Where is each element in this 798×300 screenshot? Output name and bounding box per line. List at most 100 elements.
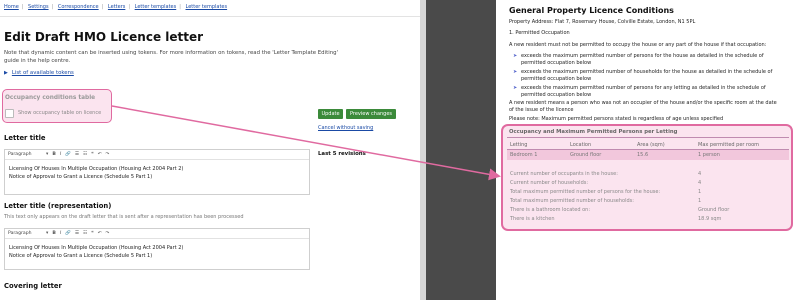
tokens-note: Note that dynamic content can be inserte… xyxy=(4,49,414,65)
doc-intro: A new resident must not be permitted to … xyxy=(509,42,767,48)
blockquote-icon[interactable]: ❝ xyxy=(91,231,93,236)
dropdown-icon[interactable]: ▾ xyxy=(46,231,48,236)
paragraph-select[interactable]: Paragraph xyxy=(8,152,42,157)
table-rule xyxy=(507,137,789,138)
paragraph-select[interactable]: Paragraph xyxy=(8,231,42,236)
summary-label: Total maximum permitted number of person… xyxy=(510,189,661,195)
doc-bullet: exceeds the maximum permitted number of … xyxy=(521,85,789,99)
table-cell: 15.6 xyxy=(637,152,649,158)
breadcrumb-settings[interactable]: Settings xyxy=(28,4,49,10)
cancel-link[interactable]: Cancel without saving xyxy=(318,125,373,131)
tokens-note-line: Note that dynamic content can be inserte… xyxy=(4,50,339,56)
occupancy-table-highlight xyxy=(501,124,793,231)
doc-new-resident-line: of the issue of the licence xyxy=(509,107,574,113)
editor-content[interactable]: Licensing Of Houses In Multiple Occupati… xyxy=(5,239,309,265)
summary-label: Current number of households: xyxy=(510,180,589,186)
breadcrumb: Home | Settings | Correspondence | Letters |… xyxy=(4,4,227,10)
summary-value: 4 xyxy=(698,180,702,186)
expand-triangle-icon: ▶ xyxy=(4,70,8,76)
dropdown-icon[interactable]: ▾ xyxy=(46,152,48,157)
doc-bullet: exceeds the maximum permitted number of … xyxy=(521,69,789,83)
doc-bullet-line: permitted occupation below xyxy=(521,60,592,66)
doc-note: Please note: Maximum permitted persons s… xyxy=(509,116,724,122)
editor-panel: Home | Settings | Correspondence | Letters |… xyxy=(0,0,426,300)
doc-bullet-line: exceeds the maximum permitted number of … xyxy=(521,85,766,91)
editor-line: Notice of Approval to Grant a Licence (S… xyxy=(9,253,153,259)
preview-changes-button[interactable]: Preview changes xyxy=(346,109,396,119)
revisions-title: Last 5 revisions xyxy=(318,151,366,157)
editor-toolbar: Paragraph ▾ B I 🔗 ☰ ☷ ❝ ↶ ↷ xyxy=(5,150,309,160)
breadcrumb-correspondence[interactable]: Correspondence xyxy=(58,4,99,10)
occupancy-checkbox-label[interactable]: Show occupancy table on licence xyxy=(18,110,101,116)
bullet-list-icon[interactable]: ☰ xyxy=(75,152,79,157)
table-cell: Ground floor xyxy=(570,152,602,158)
editor-content[interactable]: Licensing Of Houses In Multiple Occupati… xyxy=(5,160,309,186)
editor-line: Notice of Approval to Grant a Licence (S… xyxy=(9,174,153,180)
summary-value: 1 xyxy=(698,198,702,204)
breadcrumb-home[interactable]: Home xyxy=(4,4,19,10)
breadcrumb-separator: | xyxy=(179,4,181,10)
table-header: Letting xyxy=(510,142,528,148)
breadcrumb-separator: | xyxy=(51,4,54,10)
redo-icon[interactable]: ↷ xyxy=(106,152,110,157)
doc-bullet-line: exceeds the maximum permitted number of … xyxy=(521,53,764,59)
section-title: Letter title xyxy=(4,134,46,142)
occupancy-table-title: Occupancy and Maximum Permitted Persons … xyxy=(509,129,678,135)
summary-value: Ground floor xyxy=(698,207,730,213)
link-icon[interactable]: 🔗 xyxy=(65,152,71,157)
occupancy-title: Occupancy conditions table xyxy=(5,95,96,101)
summary-label: There is a kitchen xyxy=(510,216,555,222)
table-header: Area (sqm) xyxy=(637,142,665,148)
editor-toolbar: Paragraph ▾ B I 🔗 ☰ ☷ ❝ ↶ ↷ xyxy=(5,229,309,239)
breadcrumb-letters[interactable]: Letters xyxy=(108,4,125,10)
summary-label: Total maximum permitted number of househ… xyxy=(510,198,634,204)
bullet-arrow-icon: ➤ xyxy=(513,69,518,75)
doc-bullet-line: exceeds the maximum permitted number of … xyxy=(521,69,773,75)
bold-icon[interactable]: B xyxy=(52,231,56,236)
table-cell: Bedroom 1 xyxy=(510,152,538,158)
summary-value: 18.9 sqm xyxy=(698,216,722,222)
doc-new-resident: A new resident means a person who was no… xyxy=(509,100,777,114)
breadcrumb-separator: | xyxy=(128,4,131,10)
doc-new-resident-line: A new resident means a person who was no… xyxy=(509,100,777,106)
summary-value: 4 xyxy=(698,171,702,177)
tokens-link-label: List of available tokens xyxy=(11,70,74,76)
tokens-note-line: guide in the help centre. xyxy=(4,58,71,64)
letter-title-editor[interactable]: Paragraph ▾ B I 🔗 ☰ ☷ ❝ ↶ ↷ Licensing Of… xyxy=(4,149,310,195)
link-icon[interactable]: 🔗 xyxy=(65,231,71,236)
numbered-list-icon[interactable]: ☷ xyxy=(83,152,87,157)
doc-section-heading: 1. Permitted Occupation xyxy=(509,30,570,36)
occupancy-checkbox[interactable] xyxy=(5,109,14,118)
bullet-list-icon[interactable]: ☰ xyxy=(75,231,79,236)
doc-title: General Property Licence Conditions xyxy=(509,6,674,15)
doc-bullet: exceeds the maximum permitted number of … xyxy=(521,53,789,67)
breadcrumb-letter-templates-2[interactable]: Letter templates xyxy=(186,4,228,10)
doc-bullet-line: permitted occupation below xyxy=(521,92,592,98)
representation-editor[interactable]: Paragraph ▾ B I 🔗 ☰ ☷ ❝ ↶ ↷ Licensing Of… xyxy=(4,228,310,270)
numbered-list-icon[interactable]: ☷ xyxy=(83,231,87,236)
blockquote-icon[interactable]: ❝ xyxy=(91,152,93,157)
redo-icon[interactable]: ↷ xyxy=(106,231,110,236)
table-header: Location xyxy=(570,142,592,148)
section-title: Letter title (representation) xyxy=(4,202,112,210)
summary-label: Current number of occupants in the house… xyxy=(510,171,618,177)
bullet-arrow-icon: ➤ xyxy=(513,53,518,59)
table-header: Max permitted per room xyxy=(698,142,759,148)
doc-address: Property Address: Flat 7, Rosemary House… xyxy=(509,19,696,25)
italic-icon[interactable]: I xyxy=(60,152,61,157)
bold-icon[interactable]: B xyxy=(52,152,56,157)
bullet-arrow-icon: ➤ xyxy=(513,85,518,91)
summary-value: 1 xyxy=(698,189,702,195)
section-title: Covering letter xyxy=(4,282,62,290)
doc-bullet-line: permitted occupation below xyxy=(521,76,592,82)
undo-icon[interactable]: ↶ xyxy=(98,152,102,157)
italic-icon[interactable]: I xyxy=(60,231,61,236)
summary-label: There is a bathroom located on: xyxy=(510,207,591,213)
breadcrumb-separator: | xyxy=(21,4,24,10)
tokens-link[interactable]: ▶ List of available tokens xyxy=(4,70,74,76)
undo-icon[interactable]: ↶ xyxy=(98,231,102,236)
editor-line: Licensing Of Houses In Multiple Occupati… xyxy=(9,245,184,251)
breadcrumb-letter-templates[interactable]: Letter templates xyxy=(135,4,177,10)
editor-line: Licensing Of Houses In Multiple Occupati… xyxy=(9,166,184,172)
update-button[interactable]: Update xyxy=(318,109,343,119)
